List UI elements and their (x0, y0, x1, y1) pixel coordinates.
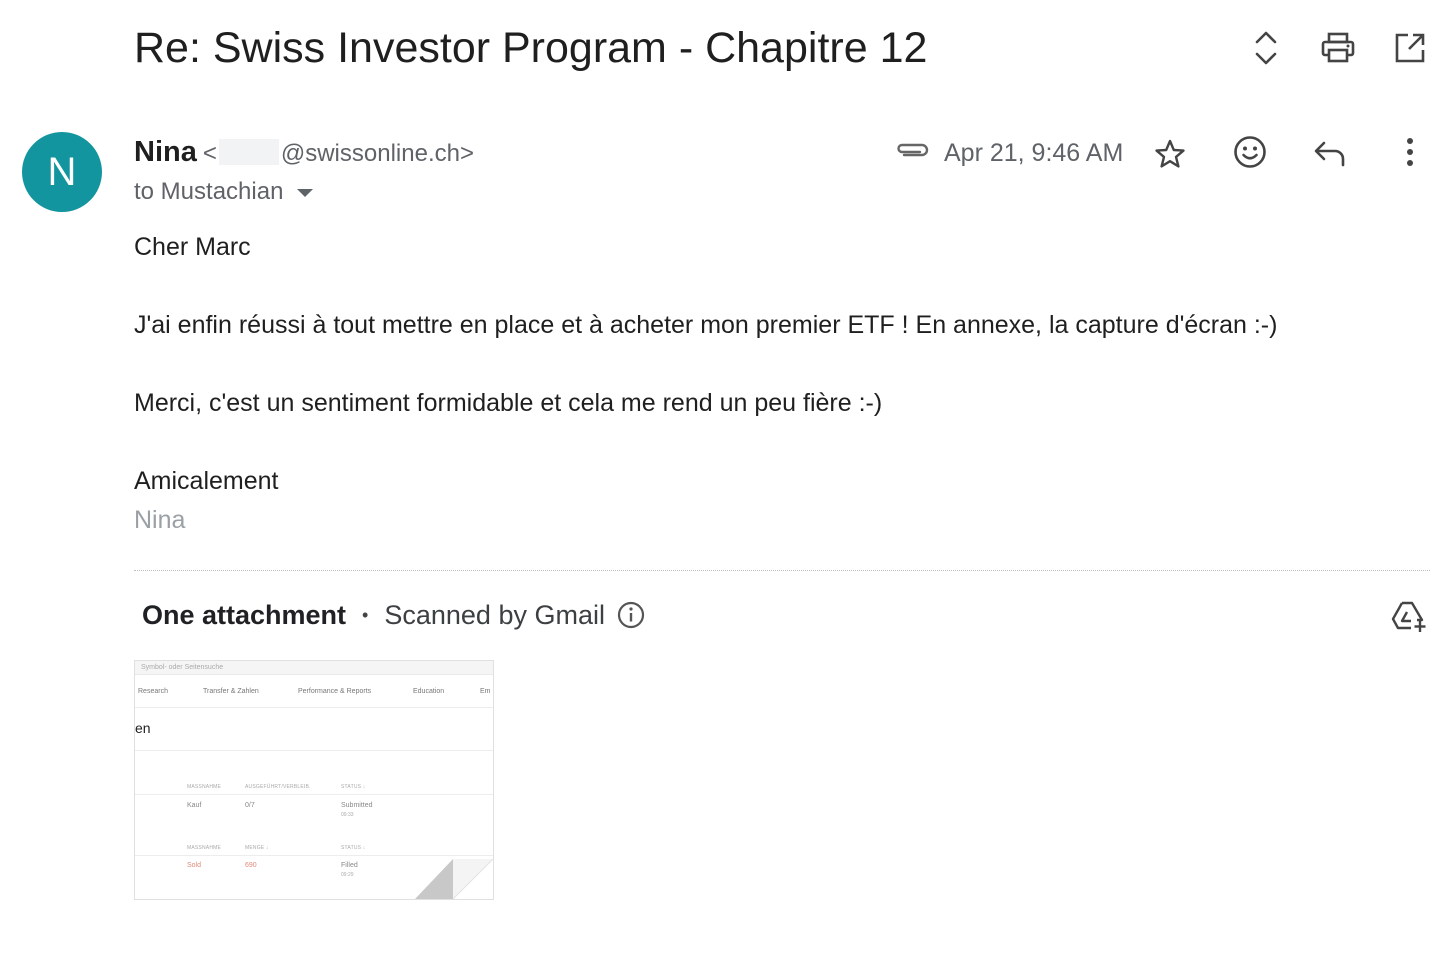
body-paragraph-1: J'ai enfin réussi à tout mettre en place… (134, 311, 1278, 339)
separator-dot: • (362, 605, 369, 625)
more-options-icon[interactable] (1388, 130, 1432, 174)
thumb-t2-status: Filled (341, 862, 358, 869)
page-curl-decoration (415, 859, 493, 899)
thumb-t2-qty: 690 (245, 862, 257, 869)
redacted-email-user (218, 139, 279, 165)
sender-avatar[interactable]: N (22, 132, 102, 212)
thumb-t2-header-status: STATUS ↓ (341, 845, 366, 851)
email-subject: Re: Swiss Investor Program - Chapitre 12 (134, 24, 928, 72)
thumb-t1-qty: 0/7 (245, 802, 255, 809)
thumb-search-bar: Symbol- oder Seitensuche (135, 661, 493, 675)
body-paragraph-2: Merci, c'est un sentiment formidable et … (134, 389, 883, 417)
thumb-t2-header-action: MASSNAHME (187, 845, 222, 851)
sender-email-domain: @swissonline.ch> (280, 140, 474, 167)
avatar-initial: N (47, 149, 77, 194)
sender-line: Nina < @swissonline.ch> (134, 134, 474, 172)
reply-icon[interactable] (1308, 132, 1352, 176)
body-signature: Nina (134, 506, 186, 534)
paperclip-icon (894, 140, 932, 165)
email-date: Apr 21, 9:46 AM (944, 139, 1124, 167)
thumb-t2-time: 09:29 (341, 872, 354, 878)
expand-all-icon[interactable] (1244, 26, 1288, 70)
sender-email-open: < (202, 140, 217, 167)
thumb-t1-status: Submitted (341, 802, 373, 809)
recipient-details-toggle[interactable]: to Mustachian (134, 178, 314, 206)
attachments-divider (134, 570, 1430, 571)
scanned-label: Scanned by Gmail (384, 600, 605, 630)
recipient-line: to Mustachian (134, 178, 284, 205)
emoji-reaction-icon[interactable] (1228, 130, 1272, 174)
info-icon[interactable] (617, 601, 645, 629)
thumb-nav-research: Research (138, 688, 168, 695)
add-to-drive-icon[interactable] (1388, 594, 1432, 638)
thumb-t2-header-qty: MENGE ↓ (245, 845, 269, 851)
thumb-t1-action: Kauf (187, 802, 202, 809)
thumb-nav-performance: Performance & Reports (298, 688, 372, 695)
thumb-rule (135, 855, 493, 856)
attachment-count: One attachment (142, 600, 347, 630)
thumb-rule (135, 794, 493, 795)
thumb-rule (135, 707, 493, 708)
attachments-header: One attachment • Scanned by Gmail (142, 598, 645, 632)
attachment-thumbnail[interactable]: Symbol- oder Seitensuche Research Transf… (134, 660, 494, 900)
thumb-nav-education: Education (413, 688, 445, 695)
sender-name[interactable]: Nina (134, 136, 197, 168)
thumb-heading: en (135, 720, 151, 736)
thumb-t1-header-status: STATUS ↓ (341, 784, 366, 790)
star-icon[interactable] (1148, 132, 1192, 176)
open-in-new-window-icon[interactable] (1388, 26, 1432, 70)
thumb-t1-header-action: MASSNAHME (187, 784, 222, 790)
thumb-nav-transfer: Transfer & Zahlen (203, 688, 259, 695)
thumb-t1-header-executed: AUSGEFÜHRT/VERBLEIB. (245, 784, 311, 790)
body-closing: Amicalement (134, 467, 279, 495)
thumb-t1-time: 09:33 (341, 812, 354, 818)
print-icon[interactable] (1316, 26, 1360, 70)
thumb-nav-more: Em (480, 688, 491, 695)
chevron-down-icon[interactable] (297, 189, 314, 197)
body-greeting: Cher Marc (134, 233, 251, 261)
thumb-t2-action: Sold (187, 862, 202, 869)
thumb-rule (135, 750, 493, 751)
